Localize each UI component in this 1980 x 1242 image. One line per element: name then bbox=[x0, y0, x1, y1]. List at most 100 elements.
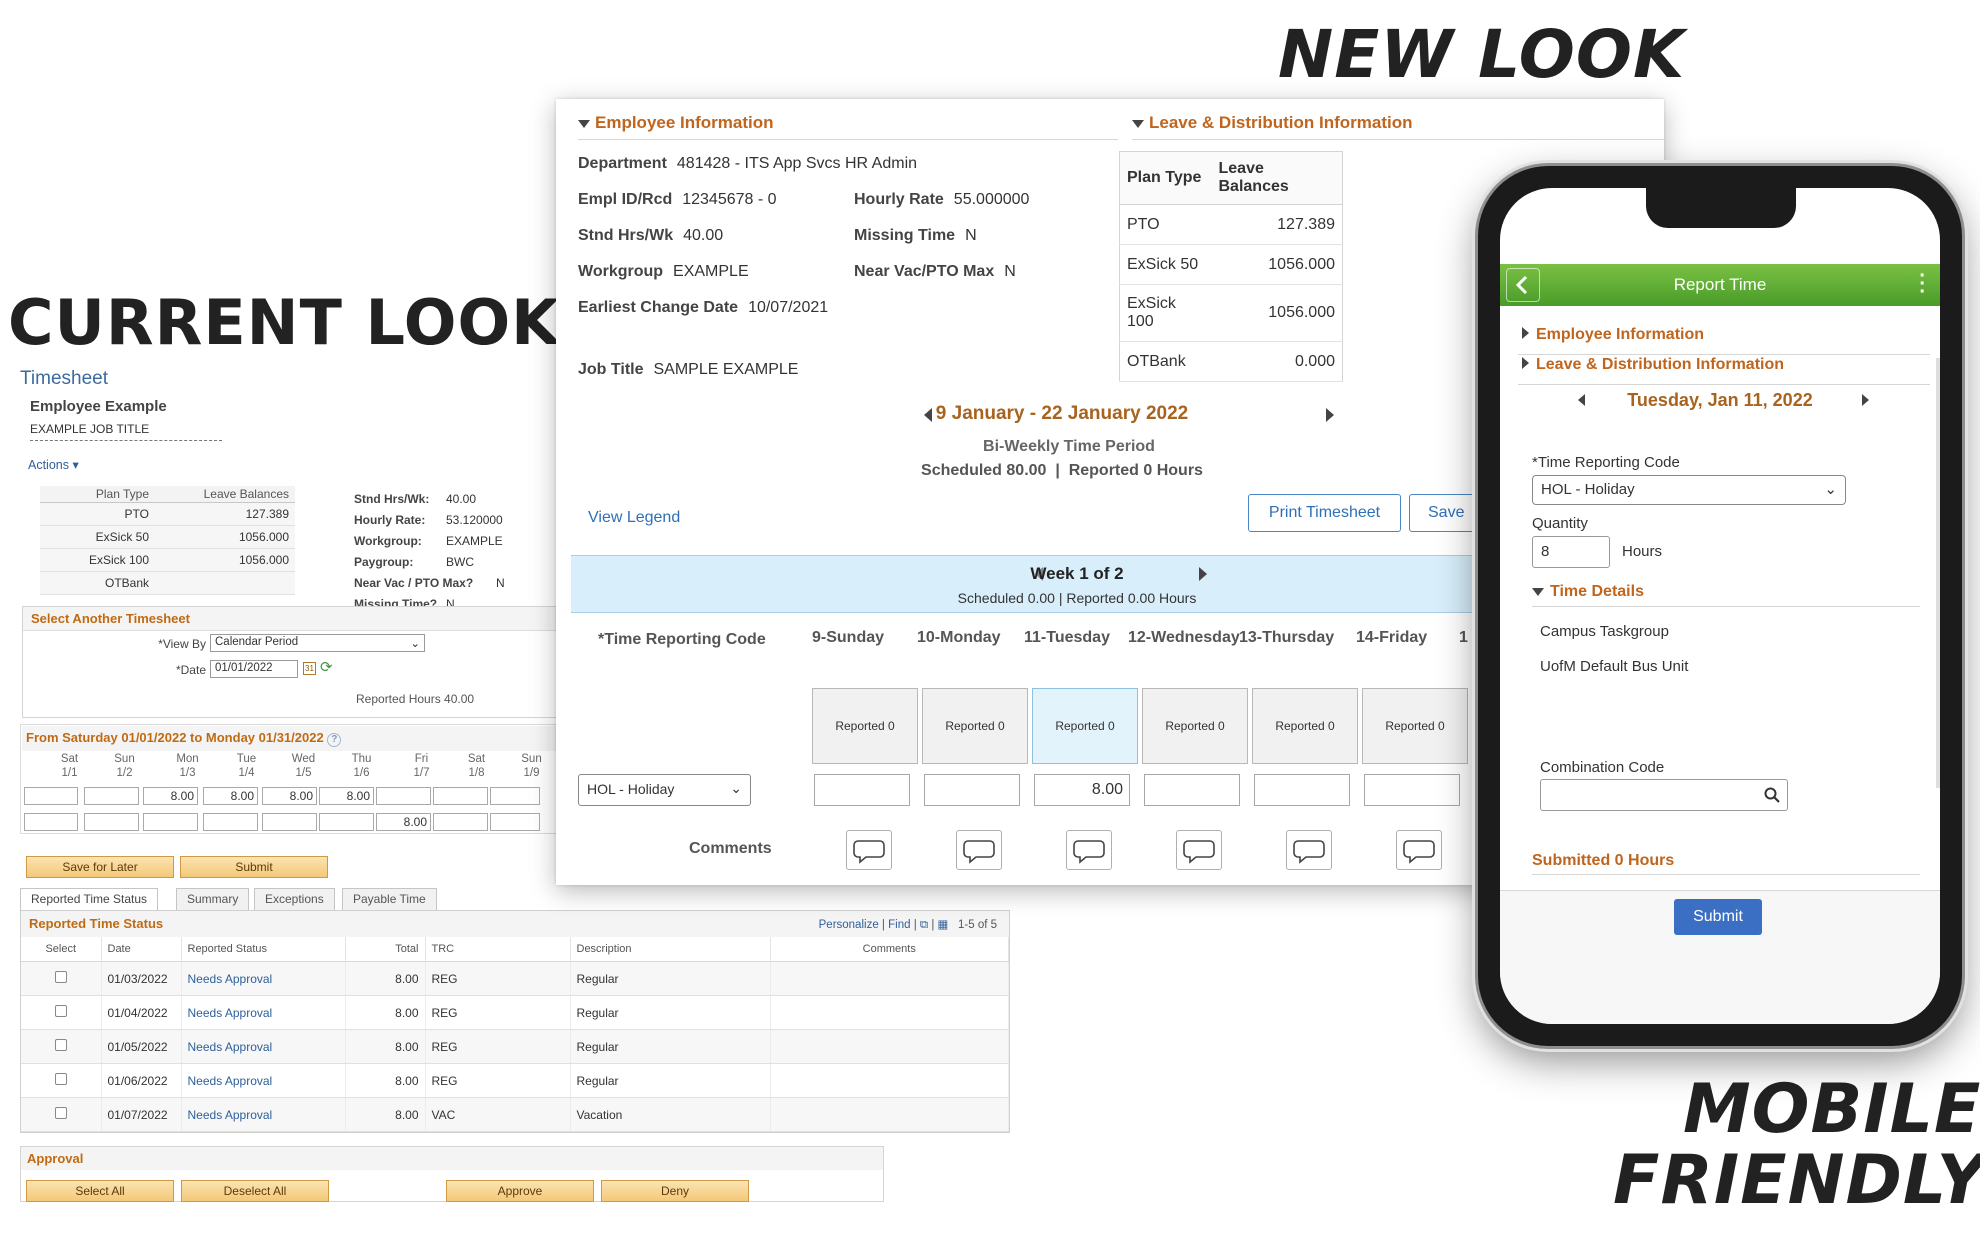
hours-cell[interactable] bbox=[262, 813, 317, 831]
reported-day-cell[interactable]: Reported 0 bbox=[1032, 688, 1138, 764]
day-header: Sun 1/9 bbox=[521, 753, 542, 779]
mobile-quantity-input[interactable]: 8 bbox=[1532, 536, 1610, 568]
empl-id-field: Empl ID/Rcd 12345678 - 0 bbox=[578, 191, 777, 208]
reported-day-cell[interactable]: Reported 0 bbox=[1252, 688, 1358, 764]
day-header: 1 bbox=[1459, 629, 1468, 646]
tab-exceptions[interactable]: Exceptions bbox=[254, 888, 335, 910]
personalize-link[interactable]: Personalize bbox=[819, 919, 879, 931]
tab-payable-time[interactable]: Payable Time bbox=[342, 888, 437, 910]
row-checkbox[interactable] bbox=[54, 971, 67, 983]
next-week-arrow[interactable] bbox=[1199, 567, 1207, 581]
reported-day-cell[interactable]: Reported 0 bbox=[922, 688, 1028, 764]
leave-distribution-header[interactable]: Leave & Distribution Information bbox=[1132, 113, 1664, 140]
hours-input[interactable] bbox=[814, 774, 910, 806]
hours-cell[interactable] bbox=[376, 787, 431, 805]
row-checkbox[interactable] bbox=[54, 1039, 67, 1051]
mobile-quantity-label: Quantity bbox=[1532, 515, 1588, 532]
hours-cell[interactable] bbox=[490, 787, 540, 805]
employee-name: Employee Example bbox=[30, 398, 167, 415]
hours-cell[interactable] bbox=[84, 813, 139, 831]
hours-cell[interactable] bbox=[143, 813, 198, 831]
reported-day-cell[interactable]: Reported 0 bbox=[812, 688, 918, 764]
comment-icon[interactable] bbox=[846, 830, 892, 870]
near-vac-field: Near Vac/PTO Max N bbox=[854, 263, 1016, 280]
mobile-leave-distribution[interactable]: Leave & Distribution Information bbox=[1522, 356, 1784, 374]
hours-cell[interactable]: 8.00 bbox=[203, 787, 258, 805]
caret-down-icon bbox=[1532, 587, 1544, 596]
mobile-trc-select[interactable]: HOL - Holiday ⌄ bbox=[1532, 475, 1846, 505]
refresh-icon[interactable]: ⟳ bbox=[320, 658, 333, 676]
deselect-all-button[interactable]: Deselect All bbox=[181, 1180, 329, 1202]
job-title: EXAMPLE JOB TITLE bbox=[30, 422, 222, 441]
hours-cell[interactable]: 8.00 bbox=[262, 787, 317, 805]
current-look-heading: CURRENT LOOK bbox=[8, 286, 561, 359]
leave-row: PTO 127.389 bbox=[40, 502, 295, 526]
approve-button[interactable]: Approve bbox=[446, 1180, 594, 1202]
scrollbar[interactable] bbox=[1936, 358, 1940, 788]
caret-right-icon bbox=[1522, 357, 1529, 369]
comment-icon[interactable] bbox=[1286, 830, 1332, 870]
next-period-arrow[interactable] bbox=[1326, 408, 1334, 422]
submit-button[interactable]: Submit bbox=[180, 856, 328, 878]
hours-cell[interactable] bbox=[319, 813, 374, 831]
actions-menu[interactable]: Actions ▾ bbox=[28, 457, 79, 472]
day-header: 9-Sunday bbox=[812, 629, 885, 646]
missing-time-field: Missing Time N bbox=[854, 227, 977, 244]
mobile-friendly-heading-line2: FRIENDLY bbox=[1613, 1141, 1980, 1220]
reported-day-cell[interactable]: Reported 0 bbox=[1362, 688, 1468, 764]
view-by-select[interactable]: Calendar Period ⌄ bbox=[210, 634, 425, 652]
period-summary: Scheduled 80.00 | Reported 0 Hours bbox=[921, 462, 1203, 479]
caret-down-icon bbox=[1132, 119, 1144, 128]
hours-cell[interactable] bbox=[84, 787, 139, 805]
reported-day-cell[interactable]: Reported 0 bbox=[1142, 688, 1248, 764]
mobile-employee-information[interactable]: Employee Information bbox=[1522, 326, 1704, 344]
calendar-icon[interactable]: 31 bbox=[303, 662, 316, 675]
hours-cell[interactable]: 8.00 bbox=[376, 813, 431, 831]
hours-input[interactable]: 8.00 bbox=[1034, 774, 1130, 806]
more-vertical-icon[interactable]: · · · bbox=[1919, 266, 1926, 302]
comment-icon[interactable] bbox=[956, 830, 1002, 870]
date-input[interactable]: 01/01/2022 bbox=[210, 660, 298, 678]
view-legend-link[interactable]: View Legend bbox=[588, 509, 680, 527]
hours-cell[interactable]: 8.00 bbox=[143, 787, 198, 805]
hours-input[interactable] bbox=[1364, 774, 1460, 806]
download-grid-icon[interactable]: ▦ bbox=[938, 919, 949, 931]
date-label: *Date bbox=[175, 663, 206, 677]
job-title-field: Job Title SAMPLE EXAMPLE bbox=[578, 361, 799, 378]
comment-icon[interactable] bbox=[1396, 830, 1442, 870]
trc-select[interactable]: HOL - Holiday ⌄ bbox=[578, 774, 751, 806]
employee-information-header[interactable]: Employee Information bbox=[578, 113, 1118, 140]
comment-icon[interactable] bbox=[1066, 830, 1112, 870]
mobile-trc-label: *Time Reporting Code bbox=[1532, 454, 1680, 471]
hours-input[interactable] bbox=[924, 774, 1020, 806]
print-timesheet-button[interactable]: Print Timesheet bbox=[1248, 494, 1401, 532]
select-all-button[interactable]: Select All bbox=[26, 1180, 174, 1202]
next-day-arrow[interactable] bbox=[1862, 394, 1869, 406]
comment-icon[interactable] bbox=[1176, 830, 1222, 870]
hours-cell[interactable] bbox=[490, 813, 540, 831]
mobile-time-details-header[interactable]: Time Details bbox=[1532, 583, 1644, 601]
day-header: 14-Friday bbox=[1356, 629, 1428, 646]
hours-cell[interactable] bbox=[433, 813, 488, 831]
hours-cell[interactable] bbox=[24, 787, 78, 805]
row-checkbox[interactable] bbox=[54, 1107, 67, 1119]
tab-reported-time-status[interactable]: Reported Time Status bbox=[20, 888, 159, 910]
hours-cell[interactable] bbox=[203, 813, 258, 831]
row-checkbox[interactable] bbox=[54, 1005, 67, 1017]
hours-input[interactable] bbox=[1144, 774, 1240, 806]
mobile-combination-code-input[interactable] bbox=[1540, 779, 1788, 811]
new-look-heading: NEW LOOK bbox=[1278, 16, 1686, 93]
hours-cell[interactable] bbox=[24, 813, 78, 831]
find-link[interactable]: Find bbox=[888, 919, 910, 931]
tab-summary[interactable]: Summary bbox=[176, 888, 250, 910]
row-checkbox[interactable] bbox=[54, 1073, 67, 1085]
mobile-submit-button[interactable]: Submit bbox=[1674, 899, 1762, 935]
hours-cell[interactable]: 8.00 bbox=[319, 787, 374, 805]
deny-button[interactable]: Deny bbox=[601, 1180, 749, 1202]
view-all-icon[interactable]: ⧉ bbox=[920, 919, 928, 931]
save-for-later-button[interactable]: Save for Later bbox=[26, 856, 174, 878]
hours-cell[interactable] bbox=[433, 787, 488, 805]
mobile-header-bar: Report Time · · · bbox=[1500, 264, 1940, 306]
hours-input[interactable] bbox=[1254, 774, 1350, 806]
table-row: 01/07/2022 Needs Approval 8.00 VAC Vacation bbox=[21, 1097, 1009, 1132]
